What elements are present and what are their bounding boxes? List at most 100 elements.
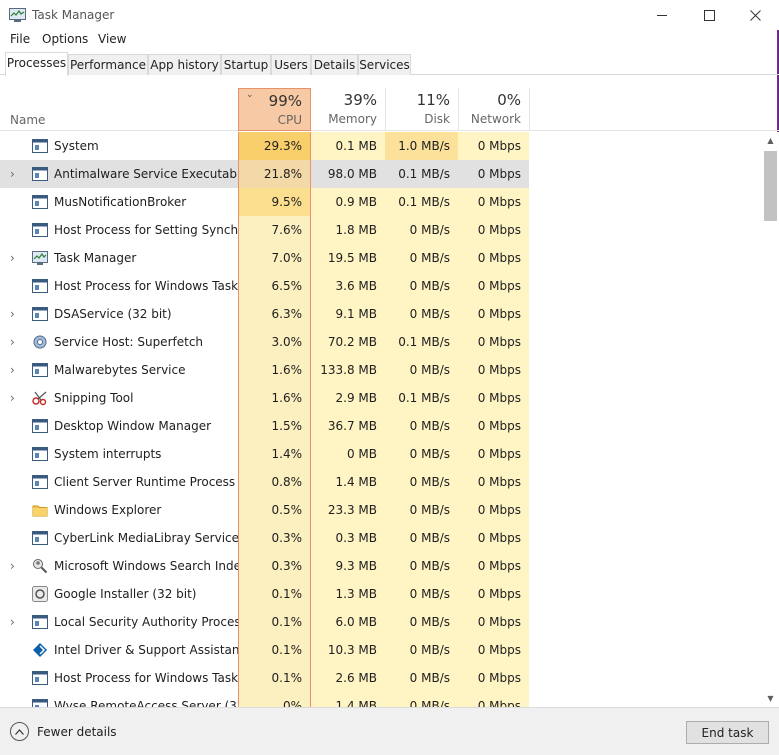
process-name-cell[interactable]: Client Server Runtime Process: [0, 468, 238, 496]
tab-users[interactable]: Users: [271, 54, 311, 75]
process-name-cell[interactable]: › DSAService (32 bit): [0, 300, 238, 328]
table-row[interactable]: Client Server Runtime Process 0.8% 1.4 MB 0…: [0, 468, 762, 496]
process-name-cell[interactable]: Host Process for Windows Tasks: [0, 664, 244, 692]
process-name: Antimalware Service Executable: [54, 167, 248, 181]
service-icon: [32, 138, 48, 154]
process-name: Wyse RemoteAccess Server (32...: [54, 699, 256, 707]
table-row[interactable]: › Local Security Authority Proces... 0.1% 6…: [0, 608, 762, 636]
process-name-cell[interactable]: Intel Driver & Support Assistant ...: [0, 636, 259, 664]
cpu-cell: 29.3%: [238, 132, 311, 160]
column-name[interactable]: Name: [10, 113, 45, 127]
expand-chevron-icon[interactable]: ›: [10, 560, 20, 572]
process-name-cell[interactable]: › Snipping Tool: [0, 384, 238, 412]
column-disk[interactable]: 11% Disk: [385, 88, 458, 131]
table-row[interactable]: Desktop Window Manager 1.5% 36.7 MB 0 MB/s 0…: [0, 412, 762, 440]
table-row[interactable]: › Microsoft Windows Search Inde... 0.3% 9.3…: [0, 552, 762, 580]
memory-cell: 6.0 MB: [311, 608, 385, 636]
process-name-cell[interactable]: Desktop Window Manager: [0, 412, 238, 440]
disk-cell: 0 MB/s: [385, 608, 458, 636]
tab-app-history[interactable]: App history: [148, 54, 221, 75]
process-name-cell[interactable]: Google Installer (32 bit): [0, 580, 238, 608]
table-row[interactable]: Wyse RemoteAccess Server (32... 0% 1.4 MB 0…: [0, 692, 762, 707]
disk-label: Disk: [424, 112, 450, 126]
process-name: CyberLink MediaLibray Service (...: [54, 531, 259, 545]
process-name-cell[interactable]: Host Process for Setting Synchr...: [0, 216, 253, 244]
tab-services[interactable]: Services: [358, 54, 411, 75]
cpu-cell: 0.1%: [238, 636, 311, 664]
process-name-cell[interactable]: › Service Host: Superfetch: [0, 328, 238, 356]
process-name-cell[interactable]: Windows Explorer: [0, 496, 238, 524]
close-button[interactable]: [732, 0, 778, 30]
memory-cell: 1.8 MB: [311, 216, 385, 244]
fewer-details-icon[interactable]: [10, 722, 29, 741]
memory-cell: 36.7 MB: [311, 412, 385, 440]
table-row[interactable]: Host Process for Windows Tasks 0.1% 2.6 MB…: [0, 664, 762, 692]
process-name-cell[interactable]: CyberLink MediaLibray Service (...: [0, 524, 259, 552]
expand-chevron-icon[interactable]: ›: [10, 252, 20, 264]
table-row[interactable]: › Service Host: Superfetch 3.0% 70.2 MB 0.1 …: [0, 328, 762, 356]
process-name-cell[interactable]: › Antimalware Service Executable: [0, 160, 248, 188]
scroll-down-icon[interactable]: ▼: [762, 690, 779, 707]
menu-file[interactable]: File: [10, 32, 30, 46]
table-row[interactable]: System 29.3% 0.1 MB 1.0 MB/s 0 Mbps: [0, 132, 762, 160]
table-row[interactable]: Intel Driver & Support Assistant ... 0.1%…: [0, 636, 762, 664]
fewer-details-link[interactable]: Fewer details: [37, 725, 117, 739]
expand-chevron-icon[interactable]: ›: [10, 392, 20, 404]
end-task-button[interactable]: End task: [686, 721, 769, 744]
intel-icon: [32, 642, 48, 658]
network-cell: 0 Mbps: [458, 440, 529, 468]
minimize-button[interactable]: [639, 0, 685, 30]
menu-bar: File Options View: [0, 30, 779, 50]
network-cell: 0 Mbps: [458, 244, 529, 272]
footer-bar: Fewer details End task: [0, 707, 779, 755]
tab-details[interactable]: Details: [311, 54, 358, 75]
process-name: Windows Explorer: [54, 503, 162, 517]
table-row[interactable]: › Antimalware Service Executable 21.8% 98.0…: [0, 160, 762, 188]
process-name: Google Installer (32 bit): [54, 587, 197, 601]
minimize-icon: [656, 14, 667, 16]
disk-cell: 0 MB/s: [385, 664, 458, 692]
disk-cell: 0 MB/s: [385, 496, 458, 524]
maximize-button[interactable]: [686, 0, 732, 30]
table-row[interactable]: › Snipping Tool 1.6% 2.9 MB 0.1 MB/s 0 Mbps: [0, 384, 762, 412]
tab-processes[interactable]: Processes: [5, 52, 68, 76]
process-name-cell[interactable]: Host Process for Windows Tasks: [0, 272, 244, 300]
process-name-cell[interactable]: › Task Manager: [0, 244, 238, 272]
menu-view[interactable]: View: [98, 32, 126, 46]
expand-chevron-icon[interactable]: ›: [10, 308, 20, 320]
table-row[interactable]: › DSAService (32 bit) 6.3% 9.1 MB 0 MB/s 0 Mb…: [0, 300, 762, 328]
expand-chevron-icon[interactable]: ›: [10, 336, 20, 348]
tab-performance[interactable]: Performance: [68, 54, 148, 75]
scroll-thumb[interactable]: [764, 151, 777, 221]
process-name-cell[interactable]: › Malwarebytes Service: [0, 356, 238, 384]
table-row[interactable]: Google Installer (32 bit) 0.1% 1.3 MB 0 MB/…: [0, 580, 762, 608]
sort-chevron-icon: ⌄: [246, 90, 254, 100]
vertical-scrollbar[interactable]: ▲ ▼: [762, 132, 779, 707]
table-row[interactable]: Host Process for Setting Synchr... 7.6% 1.…: [0, 216, 762, 244]
table-row[interactable]: Windows Explorer 0.5% 23.3 MB 0 MB/s 0 Mbps: [0, 496, 762, 524]
table-row[interactable]: Host Process for Windows Tasks 6.5% 3.6 MB…: [0, 272, 762, 300]
process-name-cell[interactable]: › Microsoft Windows Search Inde...: [0, 552, 252, 580]
table-row[interactable]: System interrupts 1.4% 0 MB 0 MB/s 0 Mbps: [0, 440, 762, 468]
title-bar[interactable]: Task Manager: [0, 0, 779, 30]
process-name-cell[interactable]: System: [0, 132, 238, 160]
table-row[interactable]: › Task Manager 7.0% 19.5 MB 0 MB/s 0 Mbps: [0, 244, 762, 272]
expand-chevron-icon[interactable]: ›: [10, 168, 20, 180]
column-network[interactable]: 0% Network: [458, 88, 529, 131]
table-row[interactable]: CyberLink MediaLibray Service (... 0.3% 0.…: [0, 524, 762, 552]
process-name-cell[interactable]: Wyse RemoteAccess Server (32...: [0, 692, 256, 707]
scroll-up-icon[interactable]: ▲: [762, 132, 779, 149]
process-name-cell[interactable]: › Local Security Authority Proces...: [0, 608, 252, 636]
expand-chevron-icon[interactable]: ›: [10, 364, 20, 376]
expand-chevron-icon[interactable]: ›: [10, 616, 20, 628]
process-name-cell[interactable]: MusNotificationBroker: [0, 188, 238, 216]
process-name-cell[interactable]: System interrupts: [0, 440, 238, 468]
column-cpu[interactable]: ⌄ 99% CPU: [238, 88, 311, 131]
table-row[interactable]: MusNotificationBroker 9.5% 0.9 MB 0.1 MB/s 0…: [0, 188, 762, 216]
tab-startup[interactable]: Startup: [221, 54, 271, 75]
table-row[interactable]: › Malwarebytes Service 1.6% 133.8 MB 0 MB/s 0…: [0, 356, 762, 384]
service-icon: [32, 530, 48, 546]
menu-options[interactable]: Options: [42, 32, 88, 46]
column-memory[interactable]: 39% Memory: [311, 88, 385, 131]
memory-label: Memory: [328, 112, 377, 126]
